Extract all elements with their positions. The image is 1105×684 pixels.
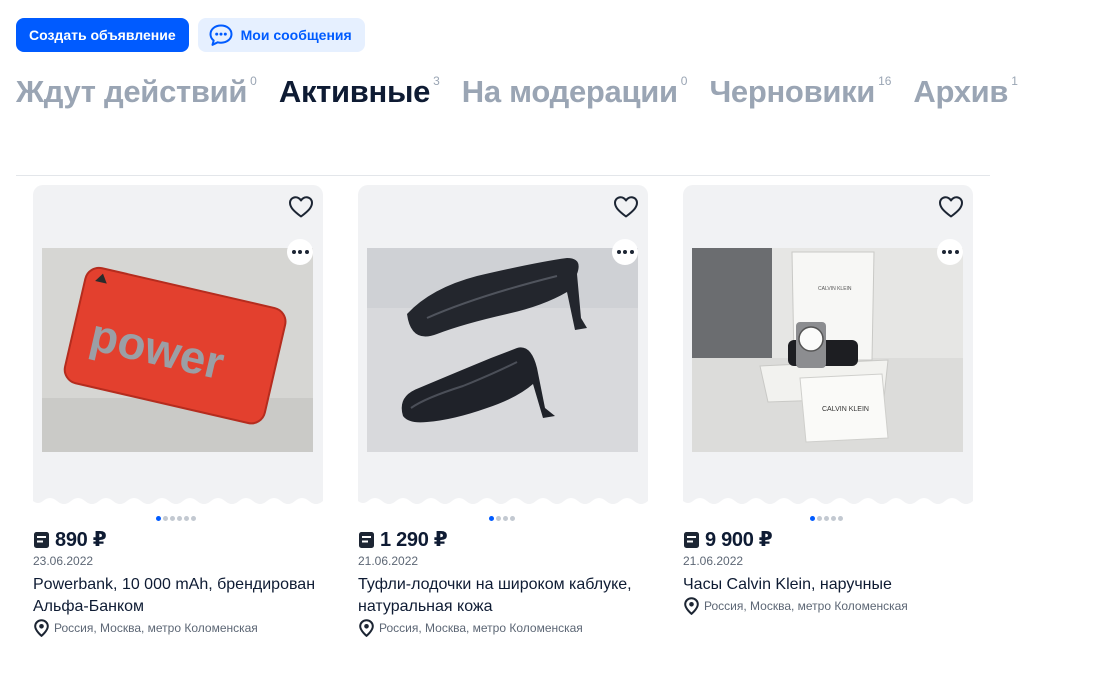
tab-awaiting-action-count: 0 [250,74,257,88]
tabs-divider [16,175,990,176]
my-messages-label: Мои сообщения [240,27,352,43]
tab-moderation[interactable]: На модерации 0 [462,70,688,114]
listing-title[interactable]: Часы Calvin Klein, наручные [683,574,973,596]
pagination-dot[interactable] [824,516,829,521]
tab-drafts-count: 16 [878,74,892,88]
pagination-dot[interactable] [170,516,175,521]
tab-archive-count: 1 [1011,74,1018,88]
chat-bubble-icon [209,24,233,46]
listing-date: 21.06.2022 [358,554,419,568]
pagination-dot[interactable] [184,516,189,521]
heart-icon[interactable] [938,195,964,219]
pagination-dot[interactable] [177,516,182,521]
tab-drafts[interactable]: Черновики 16 [709,70,891,114]
watch-brand-text: CALVIN KLEIN [822,406,869,413]
watch-photo-image: CALVIN KLEIN CALVIN KLEIN [692,248,963,452]
listing-location: Россия, Москва, метро Коломенская [33,619,258,637]
heart-icon[interactable] [288,195,314,219]
tab-moderation-count: 0 [680,74,688,88]
pagination-dot[interactable] [810,516,815,521]
listing-date: 23.06.2022 [33,554,94,568]
listing-title[interactable]: Powerbank, 10 000 mAh, брендирован Альфа… [33,574,323,618]
create-ad-button[interactable]: Создать объявление [16,18,189,52]
card-wave-edge [33,497,323,504]
svg-text:CALVIN KLEIN: CALVIN KLEIN [818,286,852,292]
toolbar: Создать объявление Мои сообщения [16,18,365,52]
tab-active-label: Активные [278,74,431,109]
price-row: 1 290 ₽ [358,527,448,552]
pagination-dot[interactable] [838,516,843,521]
card-wave-edge [683,497,973,504]
listing-card[interactable]: power 890 ₽ 23.06.2022 Powerbank, 10 000… [33,185,323,645]
powerbank-photo-image: power [42,248,313,452]
pagination-dot[interactable] [191,516,196,521]
more-options-button[interactable] [287,239,313,265]
photo-pagination [156,516,196,521]
pagination-dot[interactable] [510,516,515,521]
more-options-button[interactable] [612,239,638,265]
pagination-dot[interactable] [489,516,494,521]
location-text: Россия, Москва, метро Коломенская [54,621,258,635]
more-options-button[interactable] [937,239,963,265]
shoes-photo-image [367,248,638,452]
price: 9 900 ₽ [705,529,773,551]
delivery-box-icon [684,531,699,548]
listing-photo[interactable]: power [42,248,313,452]
listing-date: 21.06.2022 [683,554,744,568]
tab-archive-label: Архив [913,74,1009,109]
tab-moderation-label: На модерации [461,74,678,109]
pagination-dot[interactable] [831,516,836,521]
tab-active-count: 3 [433,74,440,88]
pagination-dot[interactable] [503,516,508,521]
photo-pagination [489,516,515,521]
pagination-dot[interactable] [156,516,161,521]
price-row: 9 900 ₽ [683,527,773,552]
my-messages-button[interactable]: Мои сообщения [197,18,365,52]
listing-title[interactable]: Туфли-лодочки на широком каблуке, натура… [358,574,648,618]
heart-icon[interactable] [613,195,639,219]
card-wave-edge [358,497,648,504]
listing-card[interactable]: CALVIN KLEIN CALVIN KLEIN 9 900 ₽ 21.06.… [683,185,973,645]
pagination-dot[interactable] [496,516,501,521]
photo-pagination [810,516,843,521]
listing-location: Россия, Москва, метро Коломенская [683,597,908,615]
location-pin-icon [684,597,699,615]
listing-photo[interactable] [367,248,638,452]
location-text: Россия, Москва, метро Коломенская [704,599,908,613]
delivery-box-icon [34,531,49,548]
delivery-box-icon [359,531,374,548]
price: 1 290 ₽ [380,529,448,551]
location-text: Россия, Москва, метро Коломенская [379,621,583,635]
location-pin-icon [34,619,49,637]
price-row: 890 ₽ [33,527,107,552]
tab-drafts-label: Черновики [709,74,876,109]
listing-location: Россия, Москва, метро Коломенская [358,619,583,637]
tab-awaiting-action[interactable]: Ждут действий 0 [16,70,257,114]
listing-card[interactable]: 1 290 ₽ 21.06.2022 Туфли-лодочки на широ… [358,185,648,645]
location-pin-icon [359,619,374,637]
status-tabs: Ждут действий 0 Активные 3 На модерации … [16,70,1040,114]
pagination-dot[interactable] [817,516,822,521]
price: 890 ₽ [55,529,107,551]
listing-photo[interactable]: CALVIN KLEIN CALVIN KLEIN [692,248,963,452]
tab-active[interactable]: Активные 3 [279,70,440,114]
tab-awaiting-action-label: Ждут действий [16,74,248,109]
tab-archive[interactable]: Архив 1 [913,70,1017,114]
pagination-dot[interactable] [163,516,168,521]
